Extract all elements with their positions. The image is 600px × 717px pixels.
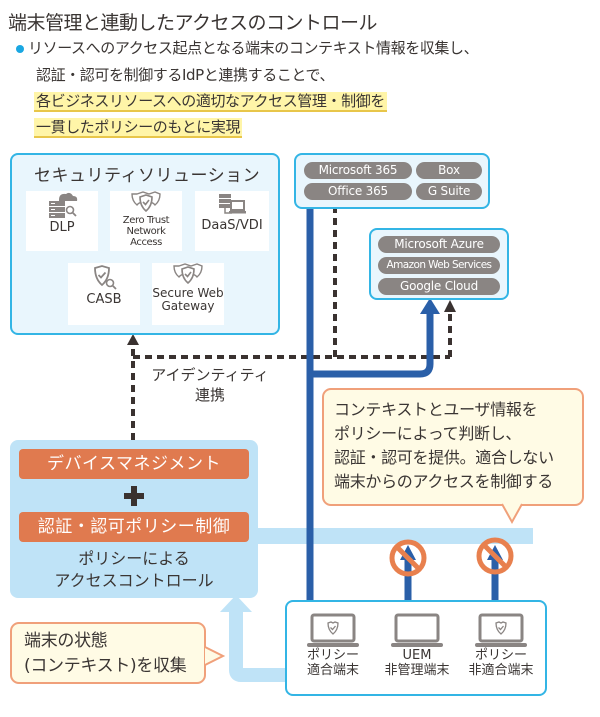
security-solutions-panel: セキュリティソリューション DLP Zero Trust Network Acc…	[10, 153, 280, 335]
callout-pointer	[501, 503, 523, 525]
callout-line: 認証・認可を提供。適合しない	[334, 448, 554, 467]
device-noncompliant: ポリシー 非適合端末	[461, 612, 541, 678]
solution-label: Gateway	[161, 299, 215, 313]
access-line-to-cloud	[310, 312, 434, 378]
solution-label: Network Access	[126, 226, 166, 248]
device-label: ポリシー	[306, 648, 359, 663]
device-label: ポリシー	[474, 648, 527, 663]
callout-pointer	[204, 646, 226, 666]
saas-item-box: Box	[416, 162, 482, 179]
saas-item-office-365: Office 365	[304, 183, 412, 200]
shield-check-search-icon	[94, 265, 117, 290]
cloud-item-azure: Microsoft Azure	[378, 236, 500, 253]
identity-link-line-2: 連携	[194, 386, 225, 404]
device-panel: ポリシー 適合端末 UEM 非管理端末 ポリシー 非適合端末	[285, 600, 547, 696]
device-label: 非管理端末	[384, 663, 450, 678]
solution-label: DaaS/VDI	[201, 218, 263, 233]
policy-decision-callout: コンテキストとユーザ情報を ポリシーによって判断し、 認証・認可を提供。適合しな…	[322, 388, 584, 506]
solution-label: DLP	[49, 220, 75, 235]
solution-label: CASB	[86, 292, 122, 307]
saas-item-microsoft-365: Microsoft 365	[304, 162, 412, 179]
policy-caption: ポリシーによる アクセスコントロール	[10, 548, 258, 592]
callout-line: コンテキストとユーザ情報を	[334, 400, 538, 419]
device-compliant: ポリシー 適合端末	[293, 612, 373, 678]
callout-line: 端末からのアクセスを制御する	[334, 472, 554, 491]
policy-control-box: デバイスマネジメント 認証・認可ポリシー制御 ポリシーによる アクセスコントロー…	[10, 440, 258, 598]
device-label: 非適合端末	[468, 663, 534, 678]
solution-label: Zero Trust	[122, 215, 170, 226]
laptop-icon	[391, 613, 443, 647]
cloud-item-aws: Amazon Web Services	[378, 257, 500, 274]
solution-tile-swg: Secure Web Gateway	[152, 263, 224, 325]
saas-panel: Microsoft 365 Box Office 365 G Suite	[294, 153, 490, 209]
callout-line: (コンテキスト)を収集	[24, 656, 187, 676]
identity-link-line-1: アイデンティティ	[151, 366, 269, 384]
solution-tile-daas-vdi: DaaS/VDI	[195, 191, 269, 251]
laptop-shield-icon	[475, 613, 527, 647]
context-collect-callout: 端末の状態 (コンテキスト)を収集	[10, 622, 206, 684]
solution-tile-dlp: DLP	[26, 191, 98, 251]
laptop-shield-icon	[307, 613, 359, 647]
server-laptop-icon	[219, 194, 246, 214]
device-label: UEM	[402, 648, 432, 663]
callout-text: コンテキストとユーザ情報を ポリシーによって判断し、 認証・認可を提供。適合しな…	[334, 398, 554, 494]
device-label: 適合端末	[306, 663, 359, 678]
callout-text: 端末の状態 (コンテキスト)を収集	[24, 629, 187, 679]
shield-check-double-icon	[131, 191, 161, 213]
auth-policy-label: 認証・認可ポリシー制御	[19, 512, 249, 542]
cloud-item-google-cloud: Google Cloud	[378, 278, 500, 295]
security-solutions-title: セキュリティソリューション	[34, 166, 261, 186]
context-collect-arrow	[229, 610, 287, 682]
identity-arrowhead-security	[127, 334, 139, 345]
solution-tile-ztna: Zero Trust Network Access	[110, 191, 182, 251]
access-arrowhead-cloud	[420, 298, 440, 314]
callout-line: 端末の状態	[24, 631, 108, 651]
device-management-label: デバイスマネジメント	[19, 449, 249, 479]
shield-check-double-icon	[173, 263, 203, 285]
policy-caption-line: ポリシーによる	[78, 549, 190, 568]
solution-tile-casb: CASB	[68, 263, 140, 325]
policy-caption-line: アクセスコントロール	[54, 571, 214, 590]
callout-line: ポリシーによって判断し、	[334, 424, 522, 443]
plus-icon	[124, 486, 144, 506]
server-cloud-search-icon	[49, 192, 78, 218]
cloud-panel: Microsoft Azure Amazon Web Services Goog…	[369, 228, 509, 300]
device-uem-unmanaged: UEM 非管理端末	[377, 612, 457, 678]
identity-arrowhead-cloud	[444, 300, 456, 312]
identity-link-label: アイデンティティ 連携	[140, 365, 280, 405]
saas-item-g-suite: G Suite	[416, 183, 482, 200]
